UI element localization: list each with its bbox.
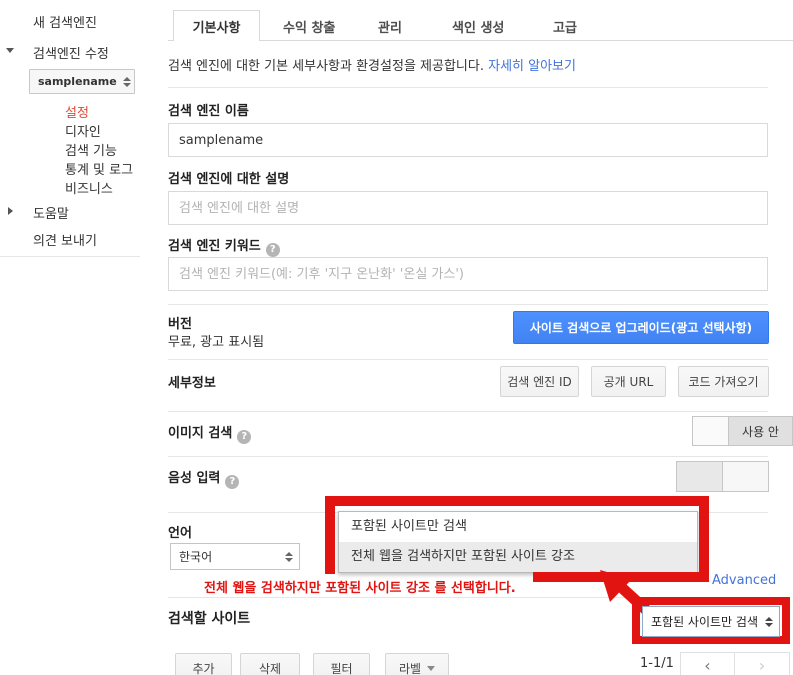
version-label: 버전 bbox=[168, 313, 192, 332]
sidebar-item-design[interactable]: 디자인 bbox=[65, 121, 101, 140]
next-page-button[interactable]: › bbox=[735, 652, 790, 675]
stepper-icon bbox=[123, 77, 131, 87]
collapse-triangle-icon[interactable] bbox=[8, 207, 13, 215]
intro-line: 검색 엔진에 대한 기본 세부사항과 환경설정을 제공합니다. 자세히 알아보기 bbox=[168, 55, 576, 74]
sidebar-item-new-engine[interactable]: 새 검색엔진 bbox=[33, 12, 97, 31]
sidebar-item-business[interactable]: 비즈니스 bbox=[65, 178, 113, 197]
prev-page-button[interactable]: ‹ bbox=[680, 652, 735, 675]
sites-label: 검색할 사이트 bbox=[168, 608, 250, 628]
menu-option-included-sites[interactable]: 포함된 사이트만 검색 bbox=[339, 512, 697, 542]
intro-text: 검색 엔진에 대한 기본 세부사항과 환경설정을 제공합니다. bbox=[168, 59, 484, 74]
menu-option-entire-web[interactable]: 전체 웹을 검색하지만 포함된 사이트 강조 bbox=[339, 542, 697, 572]
sidebar-item-search-features[interactable]: 검색 기능 bbox=[65, 140, 117, 159]
chevron-down-icon bbox=[427, 666, 435, 671]
toggle-state-segment[interactable]: 사용 안 bbox=[729, 416, 793, 446]
tab-monetization[interactable]: 수익 창출 bbox=[283, 17, 335, 36]
section-divider bbox=[168, 304, 768, 305]
help-icon[interactable]: ? bbox=[237, 430, 251, 444]
engine-id-button[interactable]: 검색 엔진 ID bbox=[500, 366, 579, 397]
add-button[interactable]: 추가 bbox=[175, 653, 232, 675]
help-icon[interactable]: ? bbox=[225, 475, 239, 489]
language-select[interactable]: 한국어 bbox=[170, 543, 300, 570]
filter-button[interactable]: 필터 bbox=[313, 653, 370, 675]
stepper-icon bbox=[285, 552, 293, 562]
section-divider bbox=[168, 411, 768, 412]
voice-input-label: 음성 입력? bbox=[168, 467, 239, 489]
engine-desc-input[interactable] bbox=[168, 191, 768, 225]
engine-name-label: 검색 엔진 이름 bbox=[168, 100, 249, 119]
language-select-value: 한국어 bbox=[179, 548, 212, 565]
sidebar-item-stats-logs[interactable]: 통계 및 로그 bbox=[65, 159, 133, 178]
pagination-counter: 1-1/1 bbox=[640, 656, 674, 671]
voice-input-label-text: 음성 입력 bbox=[168, 471, 220, 486]
section-divider bbox=[168, 359, 768, 360]
toggle-off-segment[interactable] bbox=[723, 461, 769, 492]
delete-button[interactable]: 삭제 bbox=[240, 653, 300, 675]
stepper-icon bbox=[765, 617, 773, 627]
tab-admin[interactable]: 관리 bbox=[378, 17, 402, 36]
engine-select[interactable]: samplename bbox=[29, 69, 135, 94]
expand-triangle-icon[interactable] bbox=[6, 48, 14, 53]
section-divider bbox=[168, 87, 768, 88]
upgrade-button[interactable]: 사이트 검색으로 업그레이드(광고 선택사항) bbox=[513, 311, 769, 344]
engine-desc-label: 검색 엔진에 대한 설명 bbox=[168, 168, 289, 187]
sites-scope-select[interactable]: 포함된 사이트만 검색 bbox=[642, 606, 780, 637]
learn-more-link[interactable]: 자세히 알아보기 bbox=[488, 59, 576, 74]
toggle-on-segment[interactable] bbox=[676, 461, 723, 492]
engine-keywords-label: 검색 엔진 키워드? bbox=[168, 235, 280, 257]
sites-scope-select-value: 포함된 사이트만 검색 bbox=[651, 613, 758, 630]
image-search-label-text: 이미지 검색 bbox=[168, 426, 232, 441]
sidebar-item-help[interactable]: 도움말 bbox=[33, 203, 69, 222]
tab-advanced[interactable]: 고급 bbox=[553, 17, 577, 36]
details-label: 세부정보 bbox=[168, 372, 216, 391]
pager: ‹ › bbox=[680, 652, 790, 675]
tab-bottom-border bbox=[168, 40, 793, 41]
language-label: 언어 bbox=[168, 522, 192, 541]
red-underline-bar bbox=[533, 572, 709, 582]
engine-keywords-label-text: 검색 엔진 키워드 bbox=[168, 239, 261, 254]
engine-name-input[interactable] bbox=[168, 123, 768, 157]
help-icon[interactable]: ? bbox=[266, 243, 280, 257]
engine-select-value: samplename bbox=[38, 75, 117, 88]
sidebar-item-settings[interactable]: 설정 bbox=[65, 102, 89, 121]
toggle-off-segment[interactable] bbox=[692, 416, 729, 446]
annotation-text: 전체 웹을 검색하지만 포함된 사이트 강조 를 선택합니다. bbox=[204, 577, 516, 596]
engine-keywords-input[interactable] bbox=[168, 257, 768, 291]
cse-settings-page: 새 검색엔진 검색엔진 수정 samplename 설정 디자인 검색 기능 통… bbox=[0, 0, 793, 675]
advanced-link[interactable]: Advanced bbox=[712, 573, 776, 588]
sidebar-item-edit-engine[interactable]: 검색엔진 수정 bbox=[33, 43, 109, 62]
tab-indexing[interactable]: 색인 생성 bbox=[452, 17, 504, 36]
section-divider bbox=[168, 597, 768, 598]
image-search-toggle[interactable]: 사용 안 bbox=[692, 416, 793, 446]
image-search-label: 이미지 검색? bbox=[168, 422, 251, 444]
sidebar-divider bbox=[0, 256, 140, 257]
sidebar-item-feedback[interactable]: 의견 보내기 bbox=[33, 230, 97, 249]
label-button[interactable]: 라벨 bbox=[385, 653, 449, 675]
version-status: 무료, 광고 표시됨 bbox=[168, 331, 264, 350]
section-divider bbox=[168, 456, 768, 457]
voice-input-toggle[interactable] bbox=[676, 461, 769, 492]
public-url-button[interactable]: 공개 URL bbox=[591, 366, 666, 397]
search-scope-dropdown-menu: 포함된 사이트만 검색 전체 웹을 검색하지만 포함된 사이트 강조 bbox=[338, 511, 698, 573]
get-code-button[interactable]: 코드 가져오기 bbox=[678, 366, 769, 397]
label-button-text: 라벨 bbox=[399, 660, 421, 675]
tab-basics[interactable]: 기본사항 bbox=[173, 10, 260, 41]
